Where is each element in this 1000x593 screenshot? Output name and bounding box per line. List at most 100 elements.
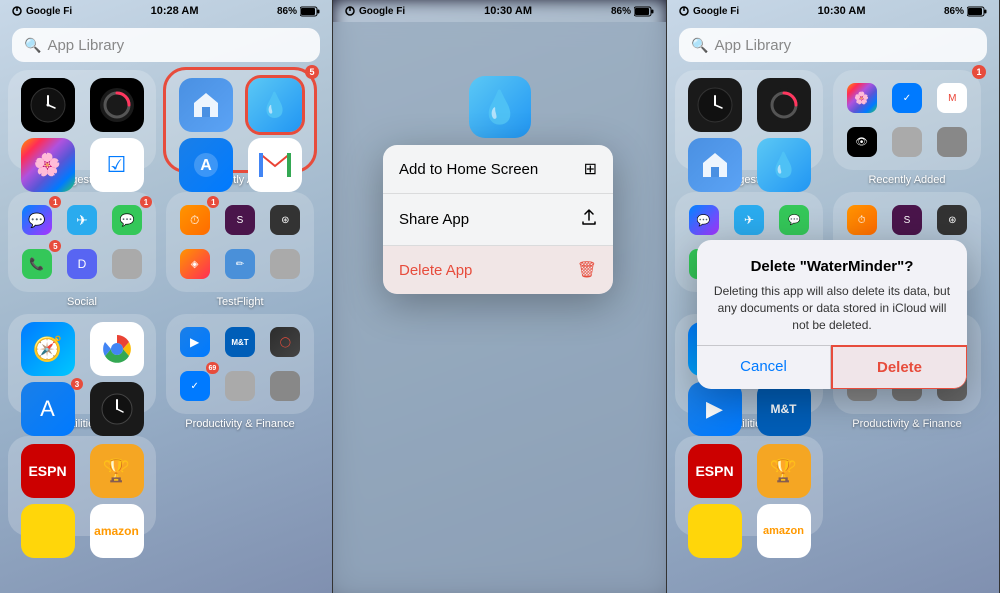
app-shortcuts-1[interactable]: ◈ <box>180 249 210 279</box>
app-clock-1[interactable] <box>21 78 75 132</box>
menu-add-home[interactable]: Add to Home Screen ⊞ <box>383 145 613 194</box>
app-eye-3[interactable]: 👁 <box>847 127 877 157</box>
app-r6-3[interactable] <box>937 127 967 157</box>
app-messenger-3[interactable]: 💬 <box>689 205 719 235</box>
menu-share-icon <box>581 208 597 231</box>
app-r5-3[interactable] <box>892 127 922 157</box>
app-direct-3[interactable]: ▶ <box>688 382 742 436</box>
app-messenger-1[interactable]: 💬 <box>22 205 52 235</box>
carrier-1: Google Fi <box>12 6 72 17</box>
app-water-3[interactable]: 💧 <box>757 138 811 192</box>
app-telegram-3[interactable]: ✈ <box>734 205 764 235</box>
top-apps-2: 💧 <box>333 76 666 138</box>
time-2: 10:30 AM <box>484 5 532 17</box>
app-home-1[interactable] <box>179 78 233 132</box>
app-yellow-3[interactable] <box>688 504 742 558</box>
app-home-3[interactable] <box>688 138 742 192</box>
folder-testflight-1[interactable]: ⏱1 S ⊛ ◈ ✏ TestFlight <box>166 192 314 308</box>
app-direct-1[interactable]: ▶ <box>180 327 210 357</box>
app-telegram-1[interactable]: ✈ <box>67 205 97 235</box>
app-safari-1[interactable]: 🧭 <box>21 322 75 376</box>
status-bar-1: Google Fi 10:28 AM 86% <box>0 0 332 22</box>
app-waterminder-2[interactable]: 💧 <box>469 76 531 138</box>
folder-suggestions-3[interactable]: 💧 Suggestions <box>675 70 823 186</box>
folder-utilities-1[interactable]: 🧭 A3 Utilities <box>8 314 156 430</box>
app-reminders-1[interactable]: ☑ <box>90 138 144 192</box>
app-github-3[interactable]: ⊛ <box>937 205 967 235</box>
folder-social-1[interactable]: 💬1 ✈ 💬1 📞5 D Social <box>8 192 156 308</box>
battery-3: 86% <box>944 6 987 17</box>
menu-share-label: Share App <box>399 211 469 228</box>
folder-recently3[interactable]: 1 🌸 ✓ M 👁 Recently Added <box>833 70 981 186</box>
folder-productivity-1[interactable]: ▶ M&T ◯ ✓69 Productivity & Finance <box>166 314 314 430</box>
app-prod-extra1-1[interactable] <box>225 371 255 401</box>
app-phone-1[interactable]: 📞 <box>22 249 52 279</box>
app-trophy-3[interactable]: 🏆 <box>757 444 811 498</box>
app-appstore-util-1[interactable]: A <box>21 382 75 436</box>
menu-add-home-icon: ⊞ <box>584 159 597 179</box>
app-fitness-1[interactable] <box>90 78 144 132</box>
app-espn-1[interactable]: ESPN <box>21 444 75 498</box>
menu-share-app[interactable]: Share App <box>383 194 613 246</box>
app-trophy-1[interactable]: 🏆 <box>90 444 144 498</box>
alert-title: Delete "WaterMinder"? <box>713 258 951 275</box>
search-icon-3: 🔍 <box>691 37 708 54</box>
app-davinci-1[interactable]: ◯ <box>270 327 300 357</box>
app-amazon-3[interactable]: amazon <box>757 504 811 558</box>
phone-panel-1: Google Fi 10:28 AM 86% 🔍 App Library <box>0 0 333 593</box>
alert-buttons: Cancel Delete <box>697 345 967 389</box>
folder-bottom-3[interactable]: ESPN 🏆 amazon <box>675 436 823 540</box>
badge-recently3: 1 <box>972 65 986 79</box>
badge-recently-added-1: 5 <box>305 65 319 79</box>
app-slack-3[interactable]: S <box>892 205 922 235</box>
app-gmail-3[interactable]: M <box>937 83 967 113</box>
app-drafts-1[interactable]: ✏ <box>225 249 255 279</box>
status-bar-2: Google Fi 10:30 AM 86% <box>333 0 666 22</box>
folder-recently-label-3: Recently Added <box>868 174 945 186</box>
app-timer-1[interactable]: ⏱ <box>180 205 210 235</box>
app-clock-3[interactable] <box>688 78 742 132</box>
app-photos-1[interactable]: 🌸 <box>21 138 75 192</box>
app-tf-extra-1[interactable] <box>270 249 300 279</box>
time-3: 10:30 AM <box>818 5 866 17</box>
search-placeholder-3: App Library <box>714 37 791 54</box>
app-mt-1[interactable]: M&T <box>225 327 255 357</box>
phone-panel-3: Google Fi 10:30 AM 86% 🔍 App Library 💧 S… <box>667 0 1000 593</box>
app-espn-3[interactable]: ESPN <box>688 444 742 498</box>
app-bottom3-1[interactable] <box>21 504 75 558</box>
search-icon-1: 🔍 <box>24 37 41 54</box>
menu-delete-app[interactable]: Delete App 🗑 <box>383 246 613 294</box>
search-bar-3[interactable]: 🔍 App Library <box>679 28 987 62</box>
app-amazon-1[interactable]: amazon <box>90 504 144 558</box>
app-mt-3[interactable]: M&T <box>757 382 811 436</box>
app-fitness-3[interactable] <box>757 78 811 132</box>
app-appstore-1[interactable]: A <box>179 138 233 192</box>
alert-delete-button[interactable]: Delete <box>831 345 967 389</box>
app-discord-1[interactable]: D <box>67 249 97 279</box>
app-remind-3[interactable]: ✓ <box>892 83 922 113</box>
alert-cancel-button[interactable]: Cancel <box>697 346 831 389</box>
app-clock-util-1[interactable] <box>90 382 144 436</box>
folder-suggestions-1[interactable]: 🌸 ☑ Suggestions <box>8 70 156 186</box>
app-prod-extra2-1[interactable] <box>270 371 300 401</box>
app-github-1[interactable]: ⊛ <box>270 205 300 235</box>
status-bar-3: Google Fi 10:30 AM 86% <box>667 0 999 22</box>
app-social-extra-1[interactable] <box>112 249 142 279</box>
app-check-1[interactable]: ✓ <box>180 371 210 401</box>
battery-1: 86% <box>277 6 320 17</box>
app-messages-1[interactable]: 💬 <box>112 205 142 235</box>
app-chrome-1[interactable] <box>90 322 144 376</box>
app-photos-3[interactable]: 🌸 <box>847 83 877 113</box>
app-gmail-1[interactable] <box>248 138 302 192</box>
folder-espn-1[interactable]: ESPN 🏆 amazon <box>8 436 156 540</box>
app-slack-1[interactable]: S <box>225 205 255 235</box>
carrier-2: Google Fi <box>345 6 405 17</box>
folder-recently-added-1[interactable]: 5 💧 <box>166 70 314 186</box>
search-placeholder-1: App Library <box>47 37 124 54</box>
svg-text:A: A <box>200 157 212 174</box>
search-bar-1[interactable]: 🔍 App Library <box>12 28 320 62</box>
context-menu: Add to Home Screen ⊞ Share App Delete Ap… <box>383 145 613 294</box>
app-messages-3[interactable]: 💬 <box>779 205 809 235</box>
app-timer-3[interactable]: ⏱ <box>847 205 877 235</box>
app-waterminder-1[interactable]: 💧 <box>248 78 302 132</box>
